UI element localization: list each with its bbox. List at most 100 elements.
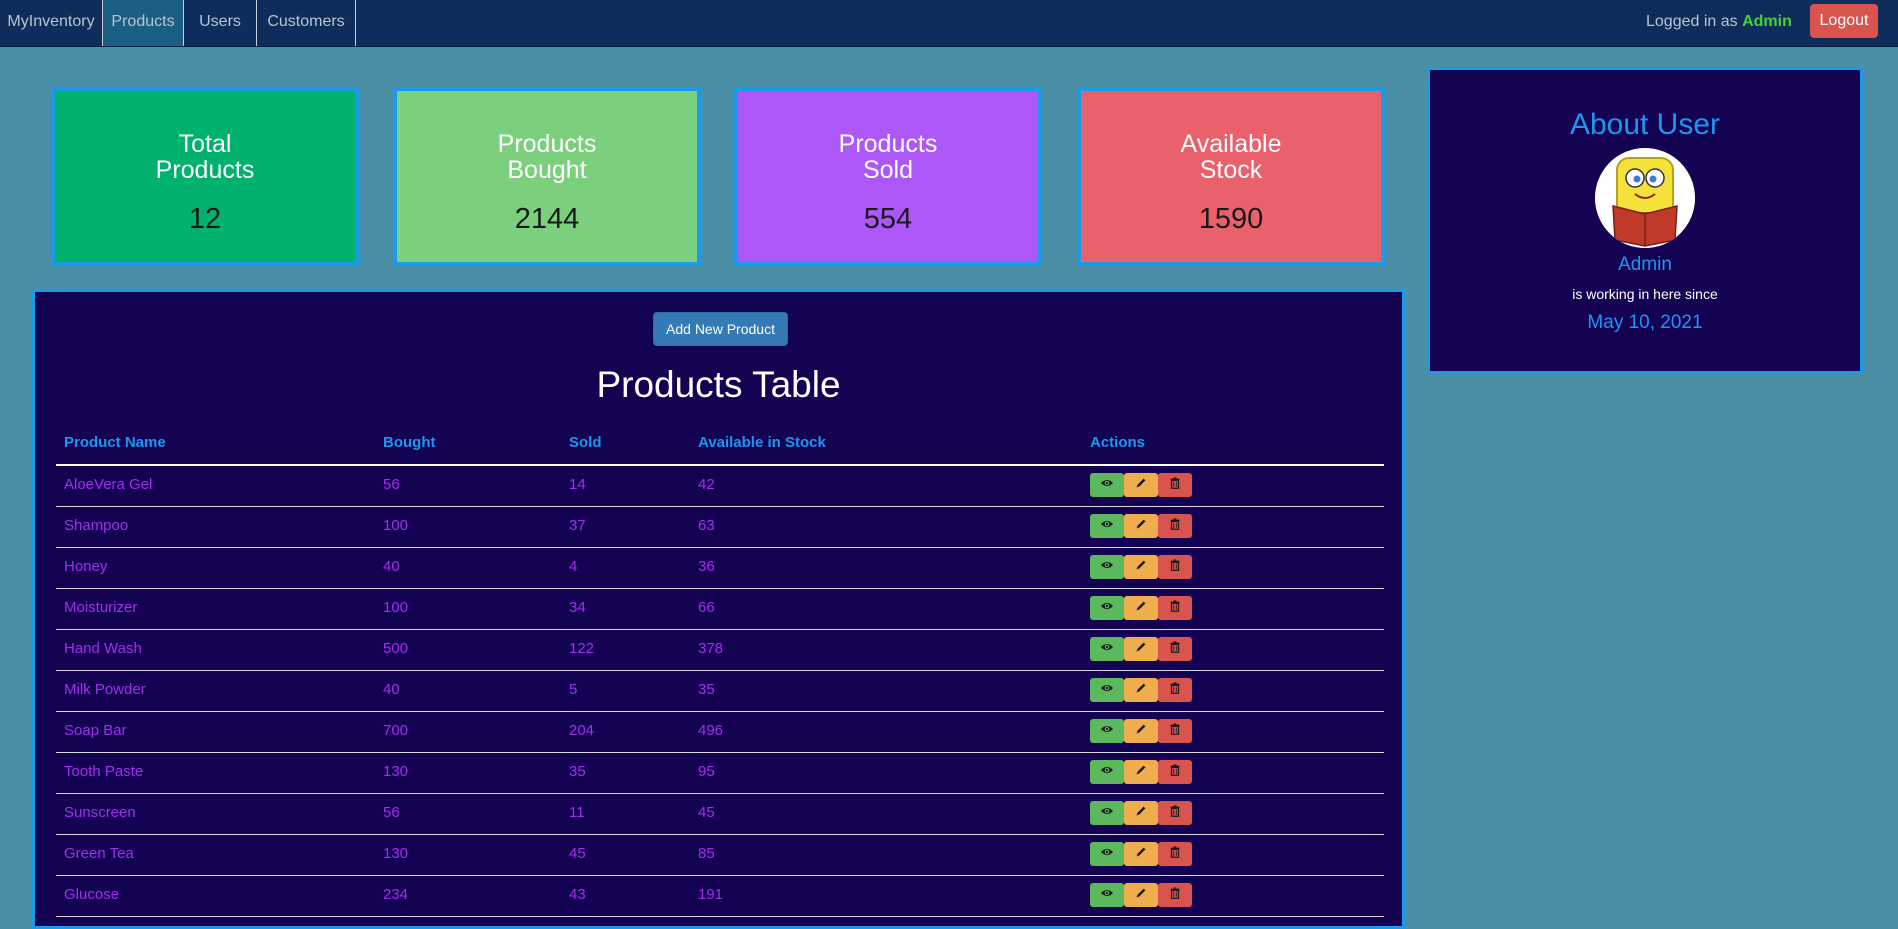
column-header-product-name: Product Name xyxy=(64,434,166,451)
logged-in-status: Logged in as Admin xyxy=(1646,0,1792,43)
edit-button[interactable] xyxy=(1124,883,1158,907)
cell-bought: 130 xyxy=(383,845,409,862)
edit-button[interactable] xyxy=(1124,801,1158,825)
about-user-date: May 10, 2021 xyxy=(1587,312,1703,333)
trash-icon xyxy=(1168,640,1182,659)
cell-sold: 35 xyxy=(569,763,586,780)
about-user-panel: About User Admin is working in here sinc… xyxy=(1427,67,1863,374)
eye-icon xyxy=(1100,804,1114,823)
edit-button[interactable] xyxy=(1124,678,1158,702)
cell-bought: 56 xyxy=(383,804,400,821)
cell-product-name: AloeVera Gel xyxy=(64,476,153,493)
delete-button[interactable] xyxy=(1158,883,1192,907)
edit-button[interactable] xyxy=(1124,596,1158,620)
edit-button[interactable] xyxy=(1124,719,1158,743)
card-title: Products Bought xyxy=(497,130,597,184)
cell-sold: 122 xyxy=(569,640,595,657)
table-row: Soap Bar 700 204 496 xyxy=(56,712,1384,753)
eye-icon xyxy=(1100,722,1114,741)
nav-item-products[interactable]: Products xyxy=(102,0,184,46)
delete-button[interactable] xyxy=(1158,760,1192,784)
nav-item-customers[interactable]: Customers xyxy=(257,0,356,46)
view-button[interactable] xyxy=(1090,801,1124,825)
cell-bought: 500 xyxy=(383,640,409,657)
edit-button[interactable] xyxy=(1124,637,1158,661)
eye-icon xyxy=(1100,886,1114,905)
pencil-icon xyxy=(1134,681,1148,700)
pencil-icon xyxy=(1134,517,1148,536)
edit-button[interactable] xyxy=(1124,555,1158,579)
trash-icon xyxy=(1168,722,1182,741)
delete-button[interactable] xyxy=(1158,555,1192,579)
delete-button[interactable] xyxy=(1158,678,1192,702)
products-bought-card: Products Bought 2144 xyxy=(393,87,701,266)
table-row: Sunscreen 56 11 45 xyxy=(56,794,1384,835)
cell-sold: 11 xyxy=(569,804,585,821)
table-row: Green Tea 130 45 85 xyxy=(56,835,1384,876)
delete-button[interactable] xyxy=(1158,637,1192,661)
cell-sold: 43 xyxy=(569,886,586,903)
about-user-name: Admin xyxy=(1618,254,1672,275)
view-button[interactable] xyxy=(1090,719,1124,743)
cell-product-name: Moisturizer xyxy=(64,599,138,616)
trash-icon xyxy=(1168,517,1182,536)
cell-product-name: Milk Powder xyxy=(64,681,146,698)
view-button[interactable] xyxy=(1090,678,1124,702)
eye-icon xyxy=(1100,517,1114,536)
eye-icon xyxy=(1100,845,1114,864)
total-products-card: Total Products 12 xyxy=(51,87,359,266)
view-button[interactable] xyxy=(1090,514,1124,538)
cell-sold: 4 xyxy=(569,558,578,575)
cell-product-name: Tooth Paste xyxy=(64,763,144,780)
cell-product-name: Hand Wash xyxy=(64,640,142,657)
products-panel: Add New Product Products Table Product N… xyxy=(32,289,1405,929)
cell-available-in-stock: 191 xyxy=(698,886,724,903)
edit-button[interactable] xyxy=(1124,473,1158,497)
pencil-icon xyxy=(1134,558,1148,577)
delete-button[interactable] xyxy=(1158,596,1192,620)
delete-button[interactable] xyxy=(1158,473,1192,497)
nav-item-users[interactable]: Users xyxy=(184,0,257,46)
eye-icon xyxy=(1100,640,1114,659)
edit-button[interactable] xyxy=(1124,514,1158,538)
card-value: 12 xyxy=(188,203,222,235)
available-stock-card: Available Stock 1590 xyxy=(1077,87,1385,266)
view-button[interactable] xyxy=(1090,760,1124,784)
eye-icon xyxy=(1100,476,1114,495)
cell-sold: 45 xyxy=(569,845,586,862)
pencil-icon xyxy=(1134,476,1148,495)
column-header-actions: Actions xyxy=(1090,434,1146,451)
navbar: MyInventory Products Users Customers Log… xyxy=(0,0,1898,47)
column-header-sold: Sold xyxy=(569,434,602,451)
edit-button[interactable] xyxy=(1124,842,1158,866)
delete-button[interactable] xyxy=(1158,719,1192,743)
edit-button[interactable] xyxy=(1124,760,1158,784)
cell-product-name: Honey xyxy=(64,558,108,575)
products-table-title: Products Table xyxy=(596,364,841,405)
trash-icon xyxy=(1168,476,1182,495)
pencil-icon xyxy=(1134,845,1148,864)
brand-link[interactable]: MyInventory xyxy=(0,0,102,46)
view-button[interactable] xyxy=(1090,842,1124,866)
view-button[interactable] xyxy=(1090,555,1124,579)
view-button[interactable] xyxy=(1090,883,1124,907)
logout-button[interactable]: Logout xyxy=(1810,4,1878,38)
cell-bought: 234 xyxy=(383,886,409,903)
view-button[interactable] xyxy=(1090,596,1124,620)
delete-button[interactable] xyxy=(1158,514,1192,538)
cell-sold: 34 xyxy=(569,599,586,616)
column-header-available-in-stock: Available in Stock xyxy=(698,434,826,451)
trash-icon xyxy=(1168,886,1182,905)
cell-bought: 40 xyxy=(383,681,400,698)
cell-available-in-stock: 378 xyxy=(698,640,724,657)
eye-icon xyxy=(1100,763,1114,782)
card-value: 554 xyxy=(863,203,913,235)
cell-available-in-stock: 95 xyxy=(698,763,715,780)
table-row: Milk Powder 40 5 35 xyxy=(56,671,1384,712)
view-button[interactable] xyxy=(1090,637,1124,661)
add-new-product-button[interactable]: Add New Product xyxy=(653,312,788,346)
delete-button[interactable] xyxy=(1158,842,1192,866)
delete-button[interactable] xyxy=(1158,801,1192,825)
view-button[interactable] xyxy=(1090,473,1124,497)
about-user-title: About User xyxy=(1569,108,1721,141)
